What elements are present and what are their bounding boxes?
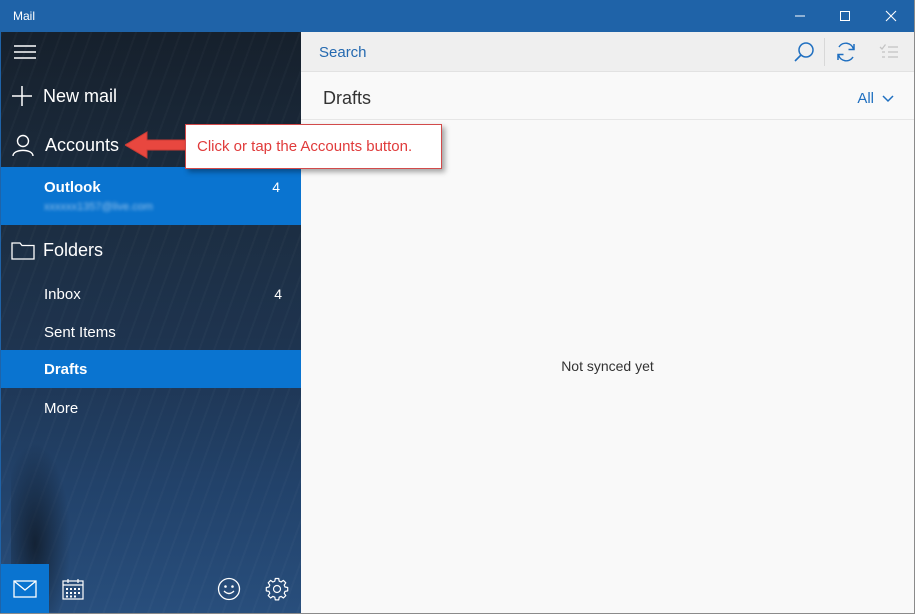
hamburger-icon	[14, 45, 36, 59]
plus-icon	[11, 76, 33, 116]
calendar-button[interactable]	[49, 564, 97, 613]
account-name: Outlook	[44, 179, 101, 196]
filter-label: All	[857, 90, 874, 107]
instruction-callout: Click or tap the Accounts button.	[185, 124, 442, 169]
smiley-icon	[217, 577, 241, 600]
search-icon	[794, 42, 814, 62]
close-icon	[885, 10, 897, 22]
folder-more[interactable]: More	[1, 389, 301, 427]
folder-title: Drafts	[323, 88, 372, 108]
callout-text: Click or tap the Accounts button.	[197, 138, 413, 155]
feedback-button[interactable]	[205, 564, 253, 613]
selection-mode-button[interactable]	[867, 32, 911, 72]
chevron-down-icon	[882, 94, 894, 102]
accounts-label: Accounts	[45, 134, 120, 155]
folder-sent-items[interactable]: Sent Items	[1, 313, 301, 351]
folder-label: More	[44, 399, 79, 417]
mail-icon	[13, 579, 37, 598]
title-bar: Mail	[0, 0, 915, 32]
account-email: xxxxxx1357@live.com	[44, 201, 153, 213]
calendar-icon	[62, 578, 84, 600]
sync-button[interactable]	[824, 32, 868, 72]
message-list-pane: Drafts All Not synced yet	[301, 32, 914, 613]
minimize-button[interactable]	[777, 0, 823, 32]
folder-label: Drafts	[44, 360, 88, 378]
account-outlook[interactable]: Outlook xxxxxx1357@live.com 4	[1, 167, 301, 225]
account-unread-count: 4	[272, 179, 280, 195]
new-mail-label: New mail	[43, 85, 118, 106]
close-button[interactable]	[868, 0, 914, 32]
minimize-icon	[795, 15, 805, 17]
search-bar	[301, 32, 914, 72]
new-mail-button[interactable]: New mail	[1, 76, 301, 116]
folder-unread-count: 4	[274, 286, 282, 302]
gear-icon	[265, 577, 289, 600]
folder-icon	[11, 230, 35, 270]
callout-arrow-icon	[125, 131, 187, 159]
person-icon	[11, 124, 35, 166]
window-title: Mail	[13, 9, 36, 23]
bottom-app-bar	[1, 564, 301, 613]
folders-button[interactable]: Folders	[1, 230, 301, 270]
folder-label: Sent Items	[44, 323, 116, 341]
folder-label: Inbox	[44, 285, 81, 303]
select-list-icon	[879, 44, 898, 58]
search-input[interactable]	[301, 32, 821, 72]
folder-drafts[interactable]: Drafts	[1, 350, 301, 388]
hamburger-menu-button[interactable]	[1, 32, 49, 72]
maximize-icon	[840, 11, 850, 21]
navigation-pane: New mail Accounts Outlook xxxxxx1357@liv…	[1, 32, 301, 613]
settings-button[interactable]	[253, 564, 301, 613]
maximize-button[interactable]	[822, 0, 868, 32]
filter-dropdown[interactable]: All	[857, 90, 894, 107]
search-button[interactable]	[782, 32, 826, 72]
empty-state-message: Not synced yet	[561, 358, 654, 374]
message-list-header: Drafts All	[301, 72, 914, 120]
mail-button[interactable]	[1, 564, 49, 613]
folders-label: Folders	[43, 239, 104, 260]
folder-inbox[interactable]: Inbox 4	[1, 275, 301, 313]
sync-icon	[837, 42, 855, 62]
